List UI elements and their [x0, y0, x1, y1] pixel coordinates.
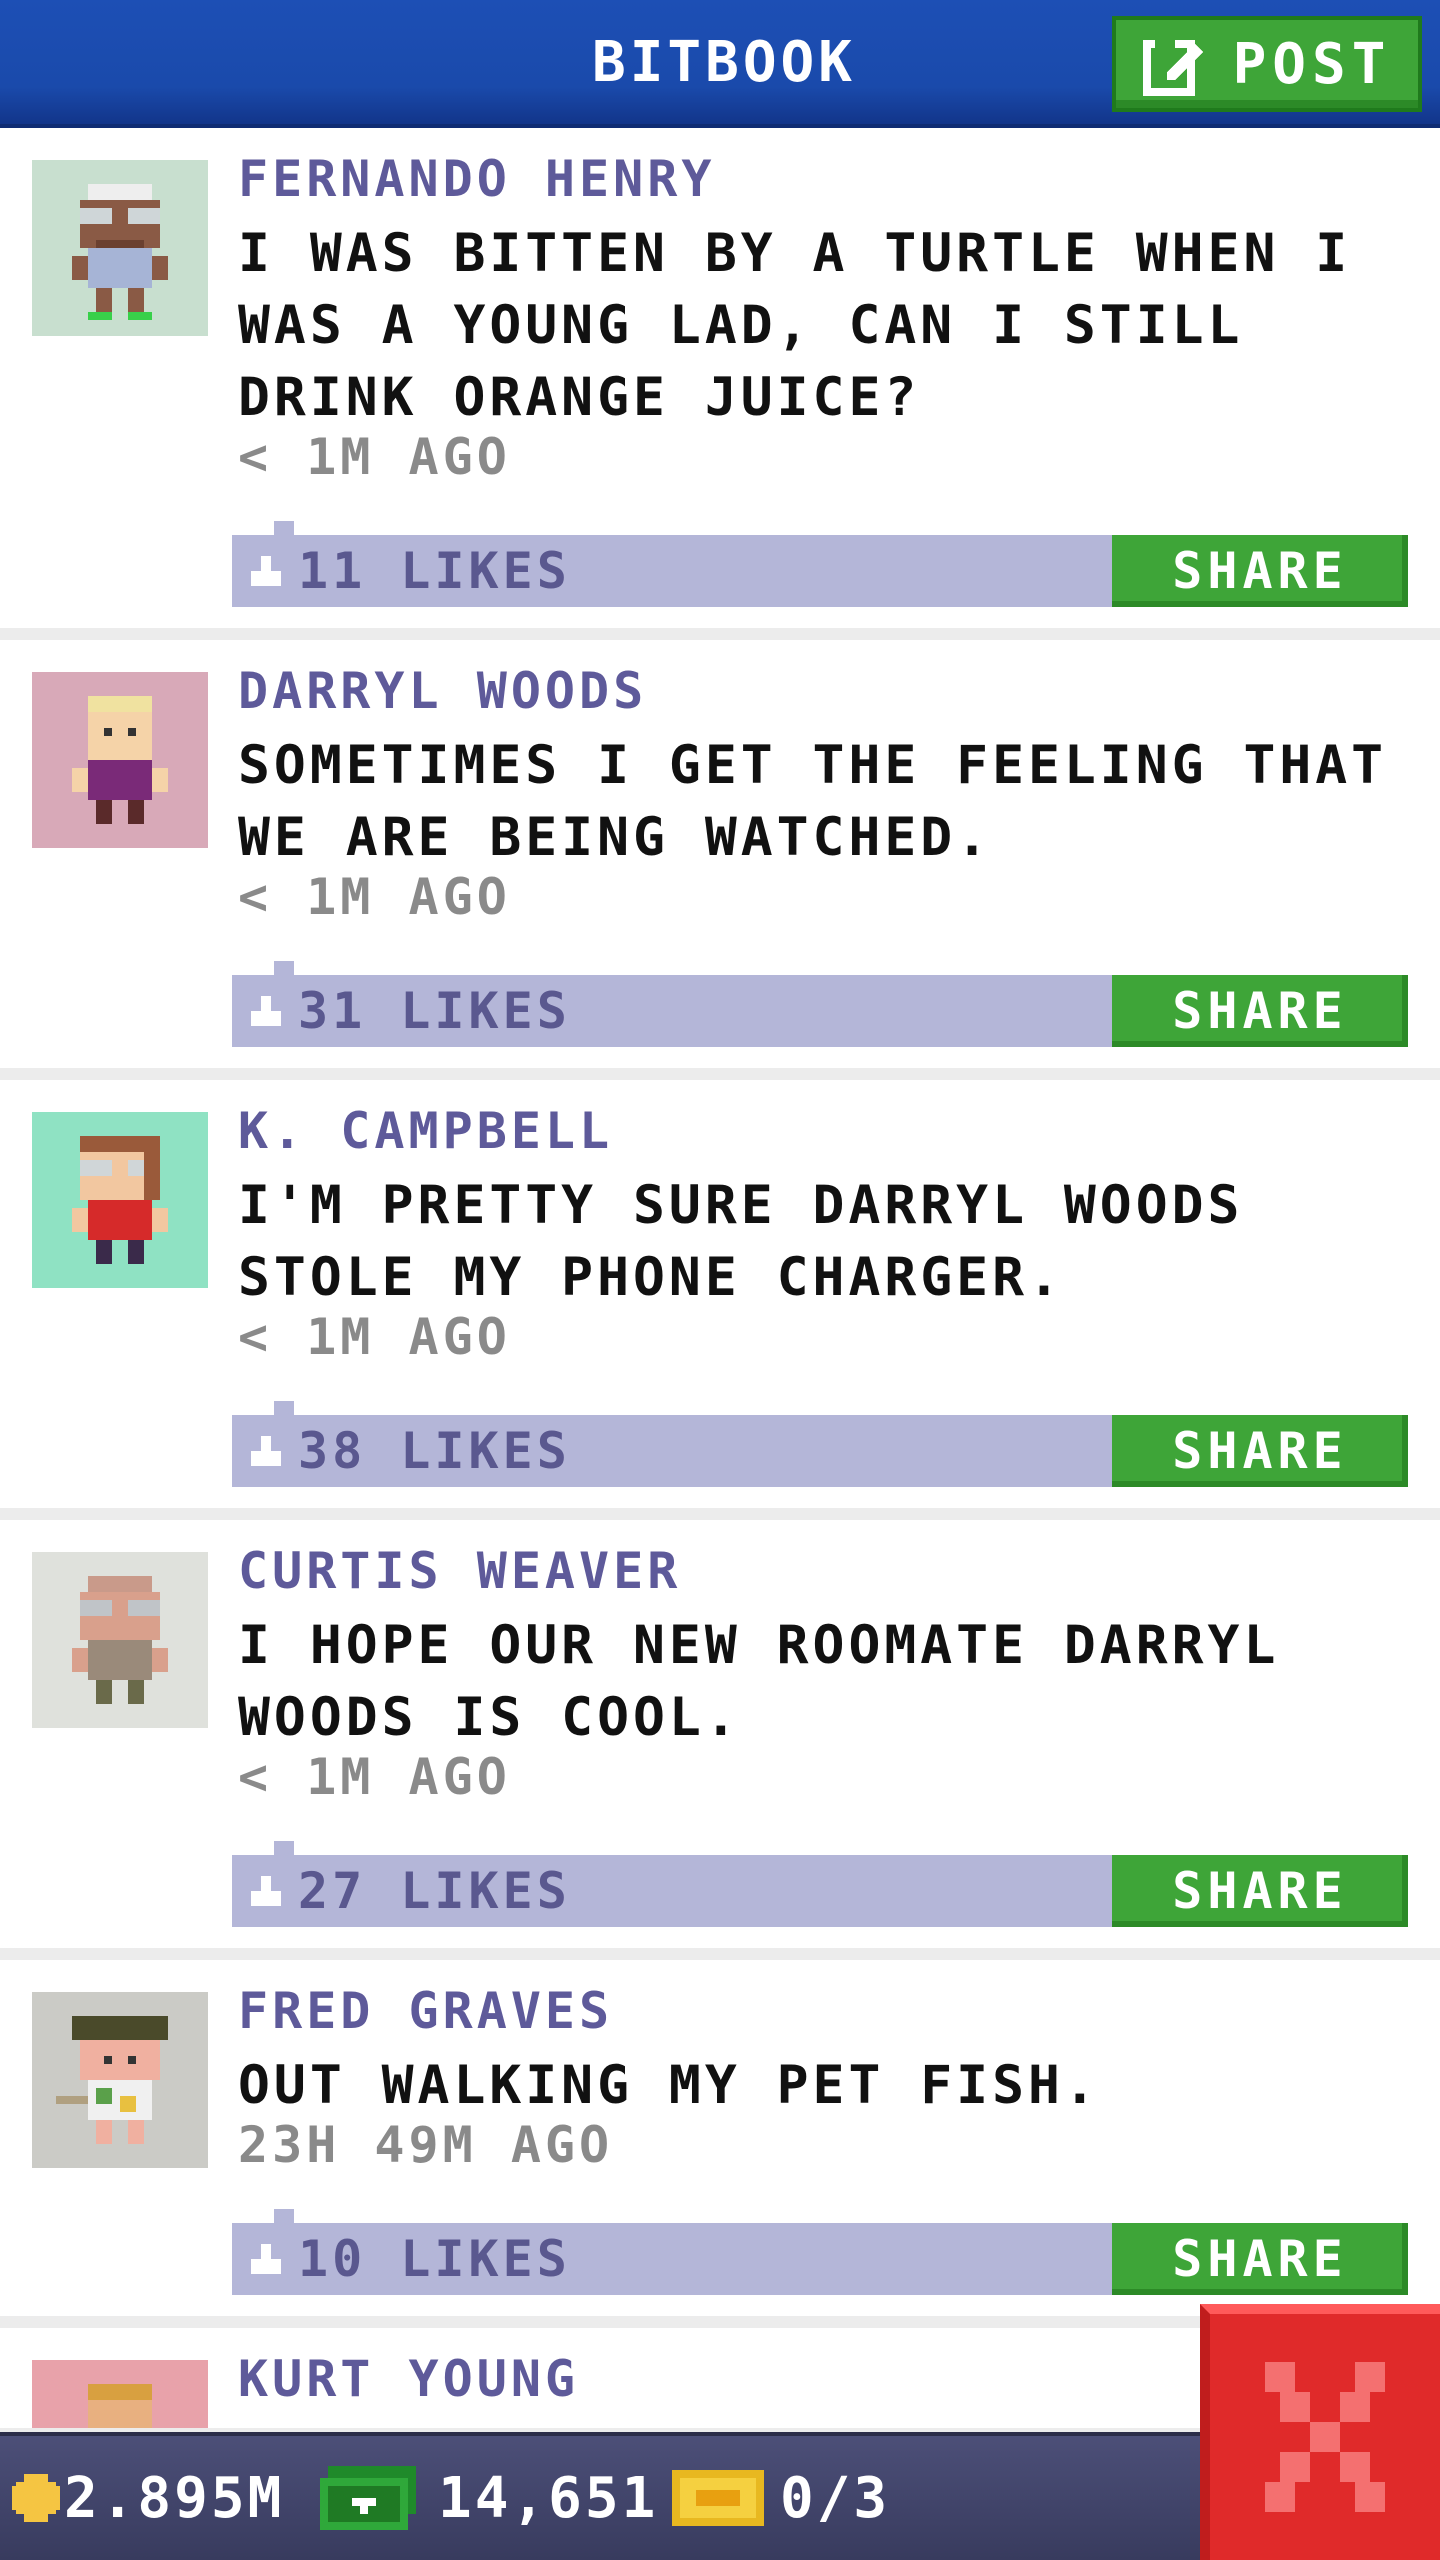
like-bar: 11 LIKES SHARE	[232, 521, 1408, 607]
post-author[interactable]: K. CAMPBELL	[238, 1102, 613, 1160]
share-button[interactable]: SHARE	[1112, 1855, 1408, 1927]
post-text: SOMETIMES I GET THE FEELING THAT WE ARE …	[238, 735, 1388, 868]
like-count: 31 LIKES	[298, 982, 571, 1040]
share-button[interactable]: SHARE	[1112, 1415, 1408, 1487]
post-author[interactable]: CURTIS WEAVER	[238, 1542, 681, 1600]
bux-stat: 14,651	[320, 2436, 658, 2560]
like-bar: 10 LIKES SHARE	[232, 2209, 1408, 2295]
feed-post: DARRYL WOODS SOMETIMES I GET THE FEELING…	[0, 640, 1440, 1068]
like-count: 10 LIKES	[298, 2230, 571, 2288]
bux-icon	[320, 2466, 416, 2530]
post-time: 23H 49M AGO	[238, 2116, 614, 2174]
post-author[interactable]: DARRYL WOODS	[238, 662, 647, 720]
bux-value: 14,651	[438, 2465, 659, 2531]
post-time: < 1M AGO	[238, 428, 511, 486]
feed[interactable]: FERNANDO HENRY I WAS BITTEN BY A TURTLE …	[0, 128, 1440, 2428]
post-time: < 1M AGO	[238, 1748, 511, 1806]
compose-icon	[1142, 32, 1203, 96]
post-text: I'M PRETTY SURE DARRYL WOODS STOLE MY PH…	[238, 1175, 1244, 1308]
post-time: < 1M AGO	[238, 1308, 511, 1366]
like-bar: 31 LIKES SHARE	[232, 961, 1408, 1047]
like-count: 11 LIKES	[298, 542, 571, 600]
thumbs-up-icon	[251, 1436, 281, 1466]
app-header: BITBOOK POST	[0, 0, 1440, 128]
coins-value: 2.895M	[64, 2465, 285, 2531]
feed-post: CURTIS WEAVER I HOPE OUR NEW ROOMATE DAR…	[0, 1520, 1440, 1948]
post-author[interactable]: FRED GRAVES	[238, 1982, 613, 2040]
avatar[interactable]	[32, 672, 208, 848]
coins-stat: 2.895M	[8, 2436, 284, 2560]
like-button[interactable]: 10 LIKES	[232, 2223, 571, 2295]
share-button[interactable]: SHARE	[1112, 2223, 1408, 2295]
ticket-icon	[672, 2470, 764, 2526]
like-button[interactable]: 31 LIKES	[232, 975, 571, 1047]
feed-post: K. CAMPBELL I'M PRETTY SURE DARRYL WOODS…	[0, 1080, 1440, 1508]
post-button-label: POST	[1232, 31, 1392, 97]
tickets-stat: 0/3	[672, 2436, 890, 2560]
like-button[interactable]: 38 LIKES	[232, 1415, 571, 1487]
avatar[interactable]	[32, 160, 208, 336]
post-text: I HOPE OUR NEW ROOMATE DARRYL WOODS IS C…	[238, 1615, 1280, 1748]
avatar[interactable]	[32, 1552, 208, 1728]
thumbs-up-icon	[251, 2244, 281, 2274]
thumbs-up-icon	[251, 996, 281, 1026]
feed-post: FERNANDO HENRY I WAS BITTEN BY A TURTLE …	[0, 128, 1440, 628]
thumbs-up-icon	[251, 1876, 281, 1906]
like-count: 38 LIKES	[298, 1422, 571, 1480]
close-icon	[1265, 2362, 1385, 2512]
feed-post: FRED GRAVES OUT WALKING MY PET FISH. 23H…	[0, 1960, 1440, 2316]
post-author[interactable]: KURT YOUNG	[238, 2350, 579, 2408]
avatar[interactable]	[32, 1992, 208, 2168]
post-text: I WAS BITTEN BY A TURTLE WHEN I WAS A YO…	[238, 223, 1352, 428]
post-time: < 1M AGO	[238, 868, 511, 926]
share-button[interactable]: SHARE	[1112, 975, 1408, 1047]
like-button[interactable]: 11 LIKES	[232, 535, 571, 607]
post-button[interactable]: POST	[1112, 16, 1422, 112]
avatar[interactable]	[32, 1112, 208, 1288]
tickets-value: 0/3	[780, 2465, 891, 2531]
thumbs-up-icon	[251, 556, 281, 586]
avatar[interactable]	[32, 2360, 208, 2428]
like-bar: 38 LIKES SHARE	[232, 1401, 1408, 1487]
post-author[interactable]: FERNANDO HENRY	[238, 150, 715, 208]
like-button[interactable]: 27 LIKES	[232, 1855, 571, 1927]
coin-icon	[12, 2474, 60, 2522]
close-button[interactable]	[1200, 2304, 1440, 2560]
share-button[interactable]: SHARE	[1112, 535, 1408, 607]
like-count: 27 LIKES	[298, 1862, 571, 1920]
post-text: OUT WALKING MY PET FISH.	[238, 2055, 1100, 2116]
like-bar: 27 LIKES SHARE	[232, 1841, 1408, 1927]
